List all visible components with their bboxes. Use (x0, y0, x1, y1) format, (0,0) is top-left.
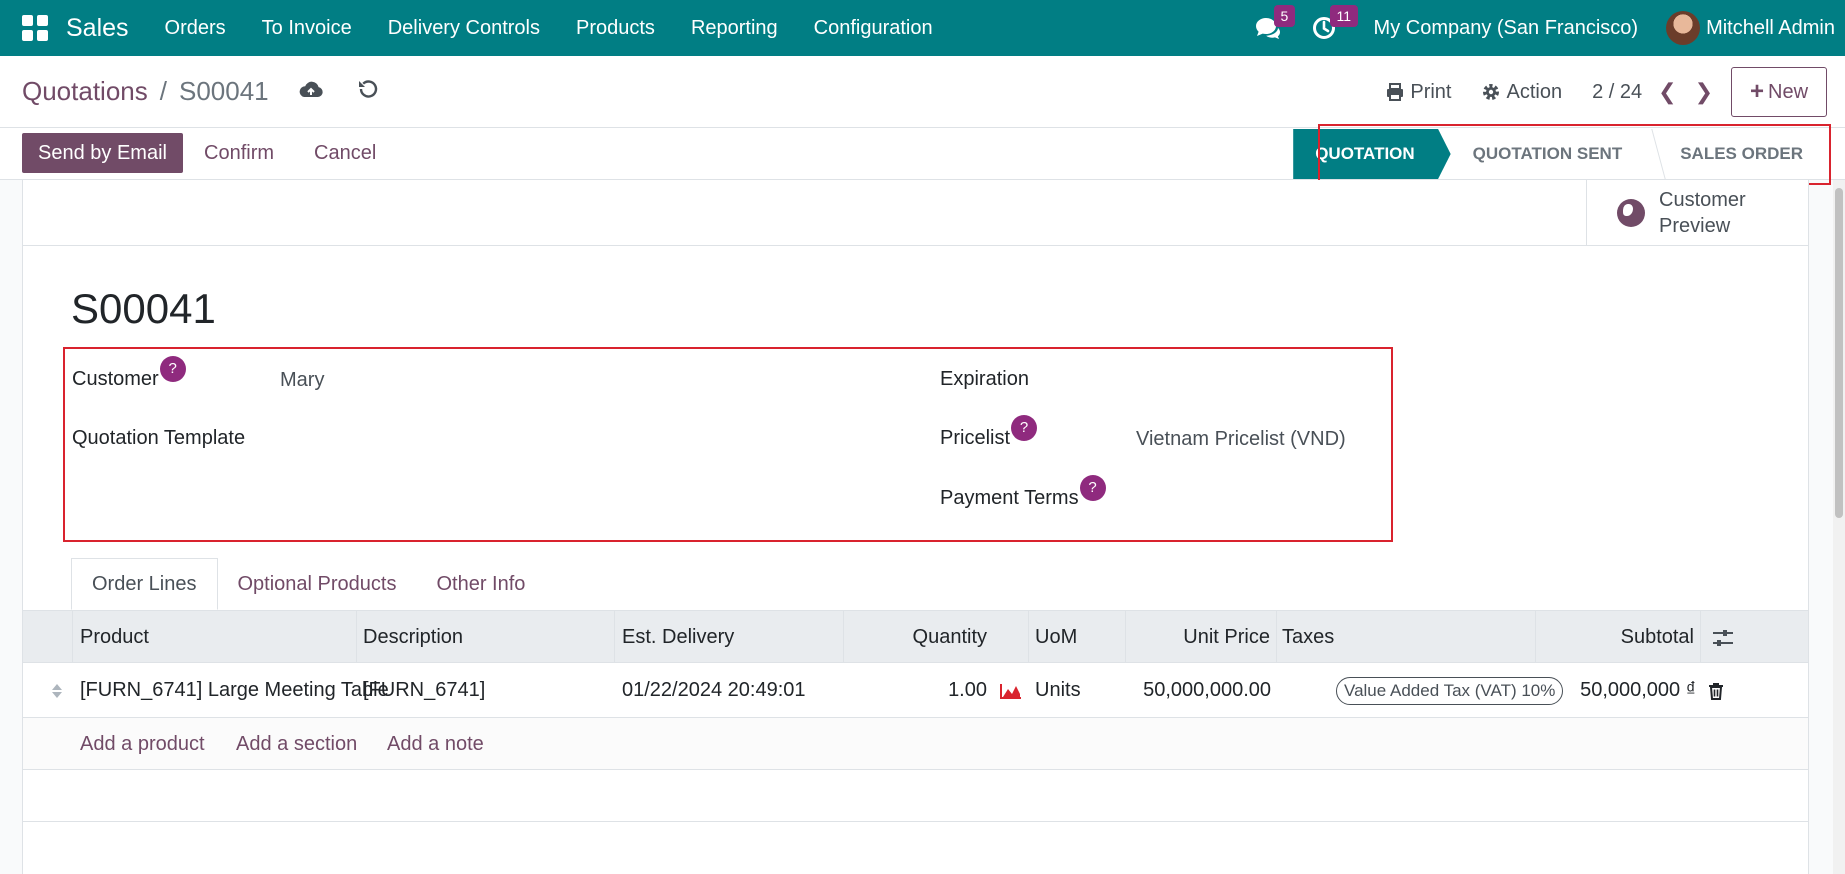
send-by-email-button[interactable]: Send by Email (22, 133, 183, 173)
tax-tag[interactable]: Value Added Tax (VAT) 10% (1336, 676, 1564, 705)
row-description[interactable]: [FURN_6741] (363, 663, 485, 718)
app-name[interactable]: Sales (66, 14, 129, 43)
menu-configuration[interactable]: Configuration (796, 17, 951, 40)
header-est-delivery[interactable]: Est. Delivery (615, 611, 844, 664)
app-menu-icon[interactable] (22, 15, 48, 41)
header-unit-price[interactable]: Unit Price (1126, 611, 1277, 664)
pager-previous-icon[interactable]: ❮ (1658, 79, 1676, 105)
user-menu[interactable]: Mitchell Admin (1706, 17, 1835, 40)
table-row[interactable]: [FURN_6741] Large Meeting Table [FURN_67… (23, 663, 1808, 718)
header-subtotal[interactable]: Subtotal (1536, 611, 1701, 664)
notebook-tabs: Order Lines Optional Products Other Info (71, 558, 545, 610)
row-uom[interactable]: Units (1035, 663, 1081, 718)
tab-order-lines[interactable]: Order Lines (71, 558, 218, 610)
breadcrumb-separator: / (159, 76, 167, 106)
page-scrollbar[interactable] (1833, 180, 1845, 874)
control-panel: Quotations / S00041 Print Action 2 / 24 … (0, 56, 1845, 128)
header-uom[interactable]: UoM (1029, 611, 1126, 664)
record-title: S00041 (71, 285, 216, 332)
action-label: Action (1506, 80, 1563, 103)
header-quantity[interactable]: Quantity (844, 611, 992, 664)
scrollbar-thumb[interactable] (1835, 188, 1843, 518)
breadcrumb-quotations[interactable]: Quotations (22, 76, 148, 107)
add-product-link[interactable]: Add a product (80, 718, 205, 770)
gear-icon (1483, 84, 1500, 100)
header-taxes[interactable]: Taxes (1277, 611, 1536, 664)
cloud-upload-icon[interactable] (298, 78, 324, 102)
delete-row-button[interactable] (1701, 663, 1731, 718)
cancel-button[interactable]: Cancel (314, 133, 376, 173)
pager-next-icon[interactable]: ❯ (1695, 79, 1713, 105)
add-section-link[interactable]: Add a section (236, 718, 357, 770)
tab-optional-products[interactable]: Optional Products (218, 558, 417, 610)
forecast-chart-icon[interactable] (998, 663, 1024, 718)
control-panel-actions: Print Action 2 / 24 ❮ ❯ + New (1385, 56, 1845, 128)
row-subtotal: 50,000,000 ₫ (1580, 679, 1696, 701)
tab-other-info[interactable]: Other Info (416, 558, 545, 610)
header-product[interactable]: Product (73, 611, 357, 664)
top-navbar: Sales Orders To Invoice Delivery Control… (0, 0, 1845, 56)
breadcrumb-current: S00041 (178, 76, 269, 106)
messaging-button[interactable]: 5 (1246, 0, 1296, 56)
highlight-stages-box (1318, 124, 1831, 185)
globe-icon (1617, 199, 1645, 227)
confirm-button[interactable]: Confirm (204, 133, 274, 173)
trash-icon (1709, 682, 1723, 700)
row-taxes[interactable]: Value Added Tax (VAT) 10% (1336, 663, 1564, 718)
row-unit-price[interactable]: 50,000,000.00 (1126, 663, 1271, 718)
messages-count-badge: 5 (1273, 5, 1296, 27)
discard-changes-icon[interactable] (356, 78, 380, 102)
drag-handle-icon[interactable] (47, 663, 67, 718)
menu-to-invoice[interactable]: To Invoice (244, 17, 370, 40)
row-est-delivery[interactable]: 01/22/2024 20:49:01 (622, 663, 806, 718)
row-product[interactable]: [FURN_6741] Large Meeting Table (80, 663, 389, 718)
row-quantity[interactable]: 1.00 (844, 663, 987, 718)
header-forecast (992, 611, 1029, 664)
navbar-systray: 5 11 My Company (San Francisco) Mitchell… (1246, 0, 1845, 56)
customer-preview-label: Customer Preview (1659, 189, 1746, 237)
company-switcher[interactable]: My Company (San Francisco) (1374, 17, 1639, 40)
printer-icon (1387, 83, 1404, 101)
header-handle (23, 611, 73, 664)
add-line-row: Add a product Add a section Add a note (23, 718, 1808, 770)
menu-products[interactable]: Products (558, 17, 673, 40)
add-note-link[interactable]: Add a note (387, 718, 484, 770)
empty-table-row (23, 770, 1808, 822)
activities-count-badge: 11 (1329, 5, 1359, 27)
new-button[interactable]: + New (1731, 67, 1827, 117)
highlight-fields-box (63, 347, 1393, 542)
menu-orders[interactable]: Orders (147, 17, 244, 40)
print-button[interactable]: Print (1385, 81, 1451, 104)
pager-value[interactable]: 2 / 24 (1592, 81, 1642, 104)
sliders-icon (1713, 629, 1733, 646)
menu-delivery-controls[interactable]: Delivery Controls (370, 17, 558, 40)
customer-preview-button[interactable]: Customer Preview (1586, 180, 1808, 246)
button-box: Customer Preview (23, 180, 1808, 246)
menu-reporting[interactable]: Reporting (673, 17, 796, 40)
plus-icon: + (1749, 78, 1764, 105)
print-label: Print (1410, 80, 1452, 103)
action-button[interactable]: Action (1481, 81, 1562, 104)
breadcrumb: Quotations / S00041 (22, 76, 269, 107)
header-description[interactable]: Description (357, 611, 615, 664)
main-menu: Orders To Invoice Delivery Controls Prod… (147, 17, 951, 40)
user-avatar[interactable] (1666, 11, 1701, 45)
order-lines-header: Product Description Est. Delivery Quanti… (23, 610, 1808, 664)
optional-columns-button[interactable] (1701, 611, 1745, 664)
new-label: New (1768, 80, 1809, 103)
activities-button[interactable]: 11 (1302, 0, 1359, 56)
